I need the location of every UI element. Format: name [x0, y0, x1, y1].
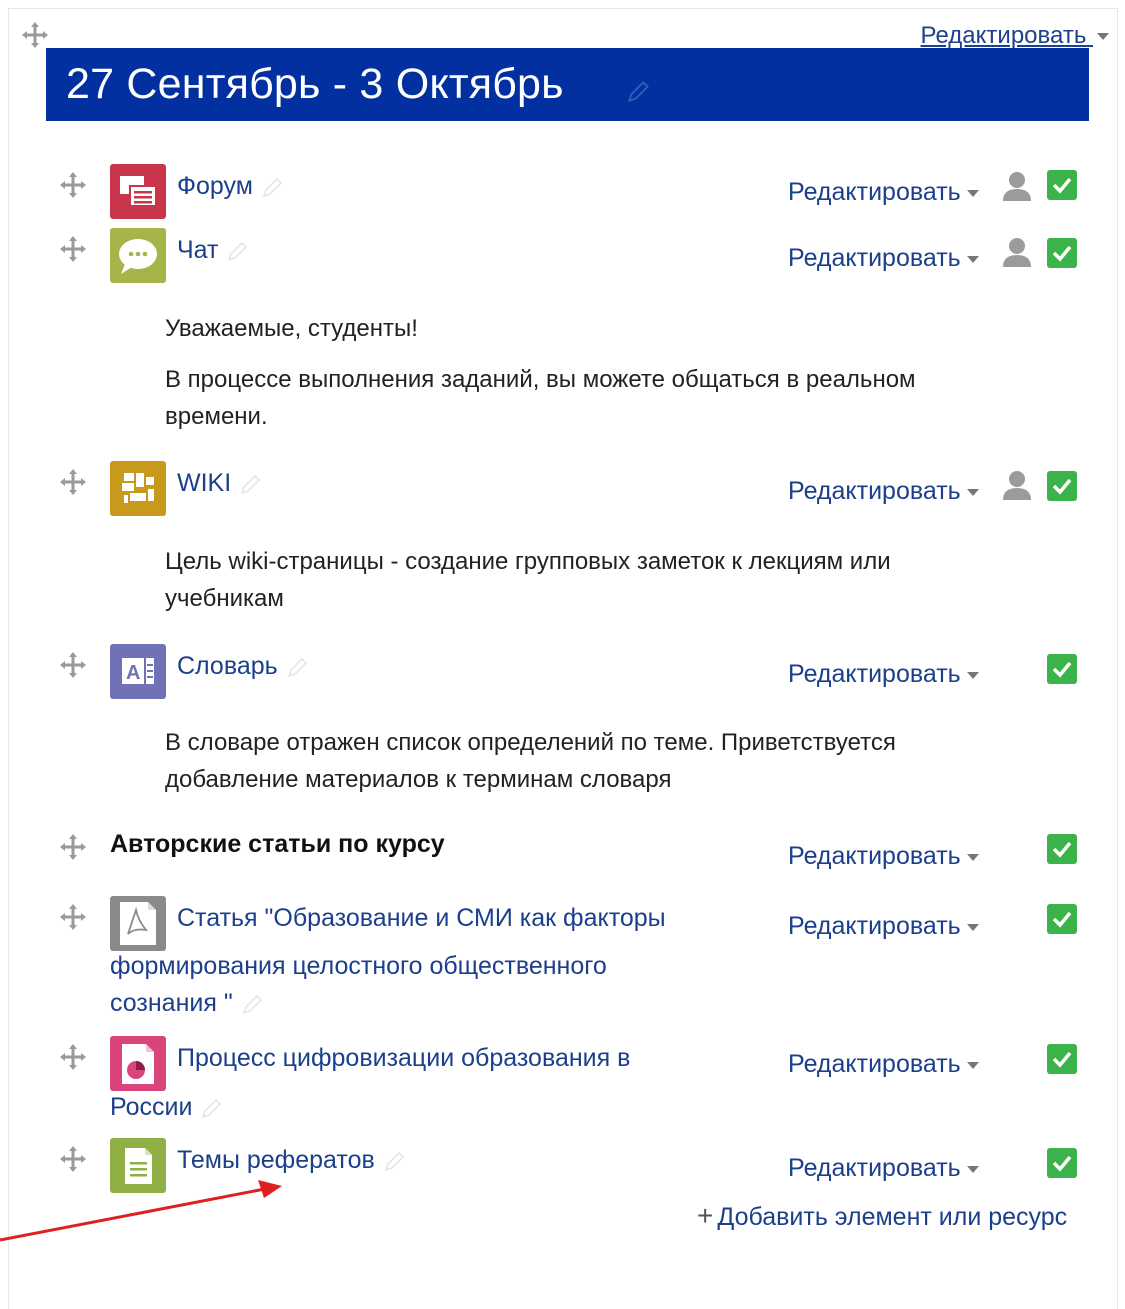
chevron-down-icon: [966, 853, 979, 861]
move-icon[interactable]: [58, 650, 88, 680]
edit-menu[interactable]: Редактировать: [788, 178, 979, 207]
pencil-icon[interactable]: [226, 239, 250, 263]
edit-menu[interactable]: Редактировать: [788, 1050, 979, 1079]
section-title: 27 Сентябрь - 3 Октябрь: [66, 60, 564, 108]
section-edit-label[interactable]: Редактировать: [921, 22, 1087, 49]
completion-checkbox[interactable]: [1047, 1044, 1077, 1074]
label-text: Авторские статьи по курсу: [110, 830, 445, 858]
pdf-icon[interactable]: [110, 896, 166, 951]
pencil-icon[interactable]: [241, 992, 265, 1016]
pencil-icon[interactable]: [261, 175, 285, 199]
presentation-icon[interactable]: [110, 1036, 166, 1091]
resource-link[interactable]: Процесс цифровизации образования в: [177, 1044, 630, 1073]
chat-icon[interactable]: [110, 228, 166, 283]
add-activity-link[interactable]: + Добавить элемент или ресурс: [697, 1200, 1067, 1232]
check-icon: [1052, 1155, 1072, 1172]
completion-checkbox[interactable]: [1047, 1148, 1077, 1178]
svg-text:A: A: [126, 662, 140, 684]
completion-checkbox[interactable]: [1047, 471, 1077, 501]
section-header: 27 Сентябрь - 3 Октябрь: [46, 48, 1089, 121]
move-icon[interactable]: [58, 234, 88, 264]
edit-menu[interactable]: Редактировать: [788, 842, 979, 871]
resource-link-line3[interactable]: сознания ": [110, 989, 265, 1018]
chat-description: Уважаемые, студенты! В процессе выполнен…: [165, 315, 916, 430]
activity-link[interactable]: WIKI: [177, 469, 263, 498]
pencil-icon[interactable]: [239, 472, 263, 496]
pencil-icon[interactable]: [383, 1149, 407, 1173]
chevron-down-icon: [966, 255, 979, 263]
wiki-description: Цель wiki-страницы - создание групповых …: [165, 548, 891, 612]
move-icon[interactable]: [58, 832, 88, 862]
chevron-down-icon: [966, 1061, 979, 1069]
chevron-down-icon: [966, 488, 979, 496]
check-icon: [1052, 478, 1072, 495]
resource-link[interactable]: Статья "Образование и СМИ как факторы: [177, 904, 666, 933]
check-icon: [1052, 245, 1072, 262]
chevron-down-icon: [966, 1165, 979, 1173]
red-arrow-annotation: [0, 1180, 282, 1242]
completion-checkbox[interactable]: [1047, 238, 1077, 268]
activity-link[interactable]: Форум: [177, 172, 285, 201]
move-icon[interactable]: [58, 467, 88, 497]
forum-icon[interactable]: [110, 164, 166, 219]
section-move-icon[interactable]: [20, 20, 50, 50]
pencil-icon[interactable]: [200, 1096, 224, 1120]
edit-menu[interactable]: Редактировать: [788, 244, 979, 273]
check-icon: [1052, 841, 1072, 858]
chevron-down-icon: [1097, 33, 1109, 41]
pencil-icon[interactable]: [286, 655, 310, 679]
plus-icon: +: [697, 1200, 714, 1231]
completion-checkbox[interactable]: [1047, 170, 1077, 200]
check-icon: [1052, 661, 1072, 678]
activity-link[interactable]: Словарь: [177, 652, 310, 681]
check-icon: [1052, 911, 1072, 928]
edit-menu[interactable]: Редактировать: [788, 1154, 979, 1183]
chevron-down-icon: [966, 189, 979, 197]
resource-link-line2[interactable]: России: [110, 1093, 224, 1122]
chevron-down-icon: [966, 671, 979, 679]
user-icon[interactable]: [1002, 469, 1032, 501]
section-edit-menu[interactable]: Редактировать: [921, 22, 1109, 50]
user-icon[interactable]: [1002, 170, 1032, 202]
completion-checkbox[interactable]: [1047, 904, 1077, 934]
completion-checkbox[interactable]: [1047, 834, 1077, 864]
completion-checkbox[interactable]: [1047, 654, 1077, 684]
check-icon: [1052, 177, 1072, 194]
user-icon[interactable]: [1002, 236, 1032, 268]
wiki-icon[interactable]: [110, 461, 166, 516]
edit-menu[interactable]: Редактировать: [788, 660, 979, 689]
move-icon[interactable]: [58, 170, 88, 200]
resource-link-line2[interactable]: формирования целостного общественного: [110, 952, 607, 981]
chevron-down-icon: [966, 923, 979, 931]
edit-menu[interactable]: Редактировать: [788, 477, 979, 506]
move-icon[interactable]: [58, 902, 88, 932]
move-icon[interactable]: [58, 1042, 88, 1072]
activity-link[interactable]: Чат: [177, 236, 250, 265]
glossary-description: В словаре отражен список определений по …: [165, 729, 896, 793]
check-icon: [1052, 1051, 1072, 1068]
edit-title-pencil-icon[interactable]: [626, 78, 652, 104]
glossary-icon[interactable]: A: [110, 644, 166, 699]
edit-menu[interactable]: Редактировать: [788, 912, 979, 941]
